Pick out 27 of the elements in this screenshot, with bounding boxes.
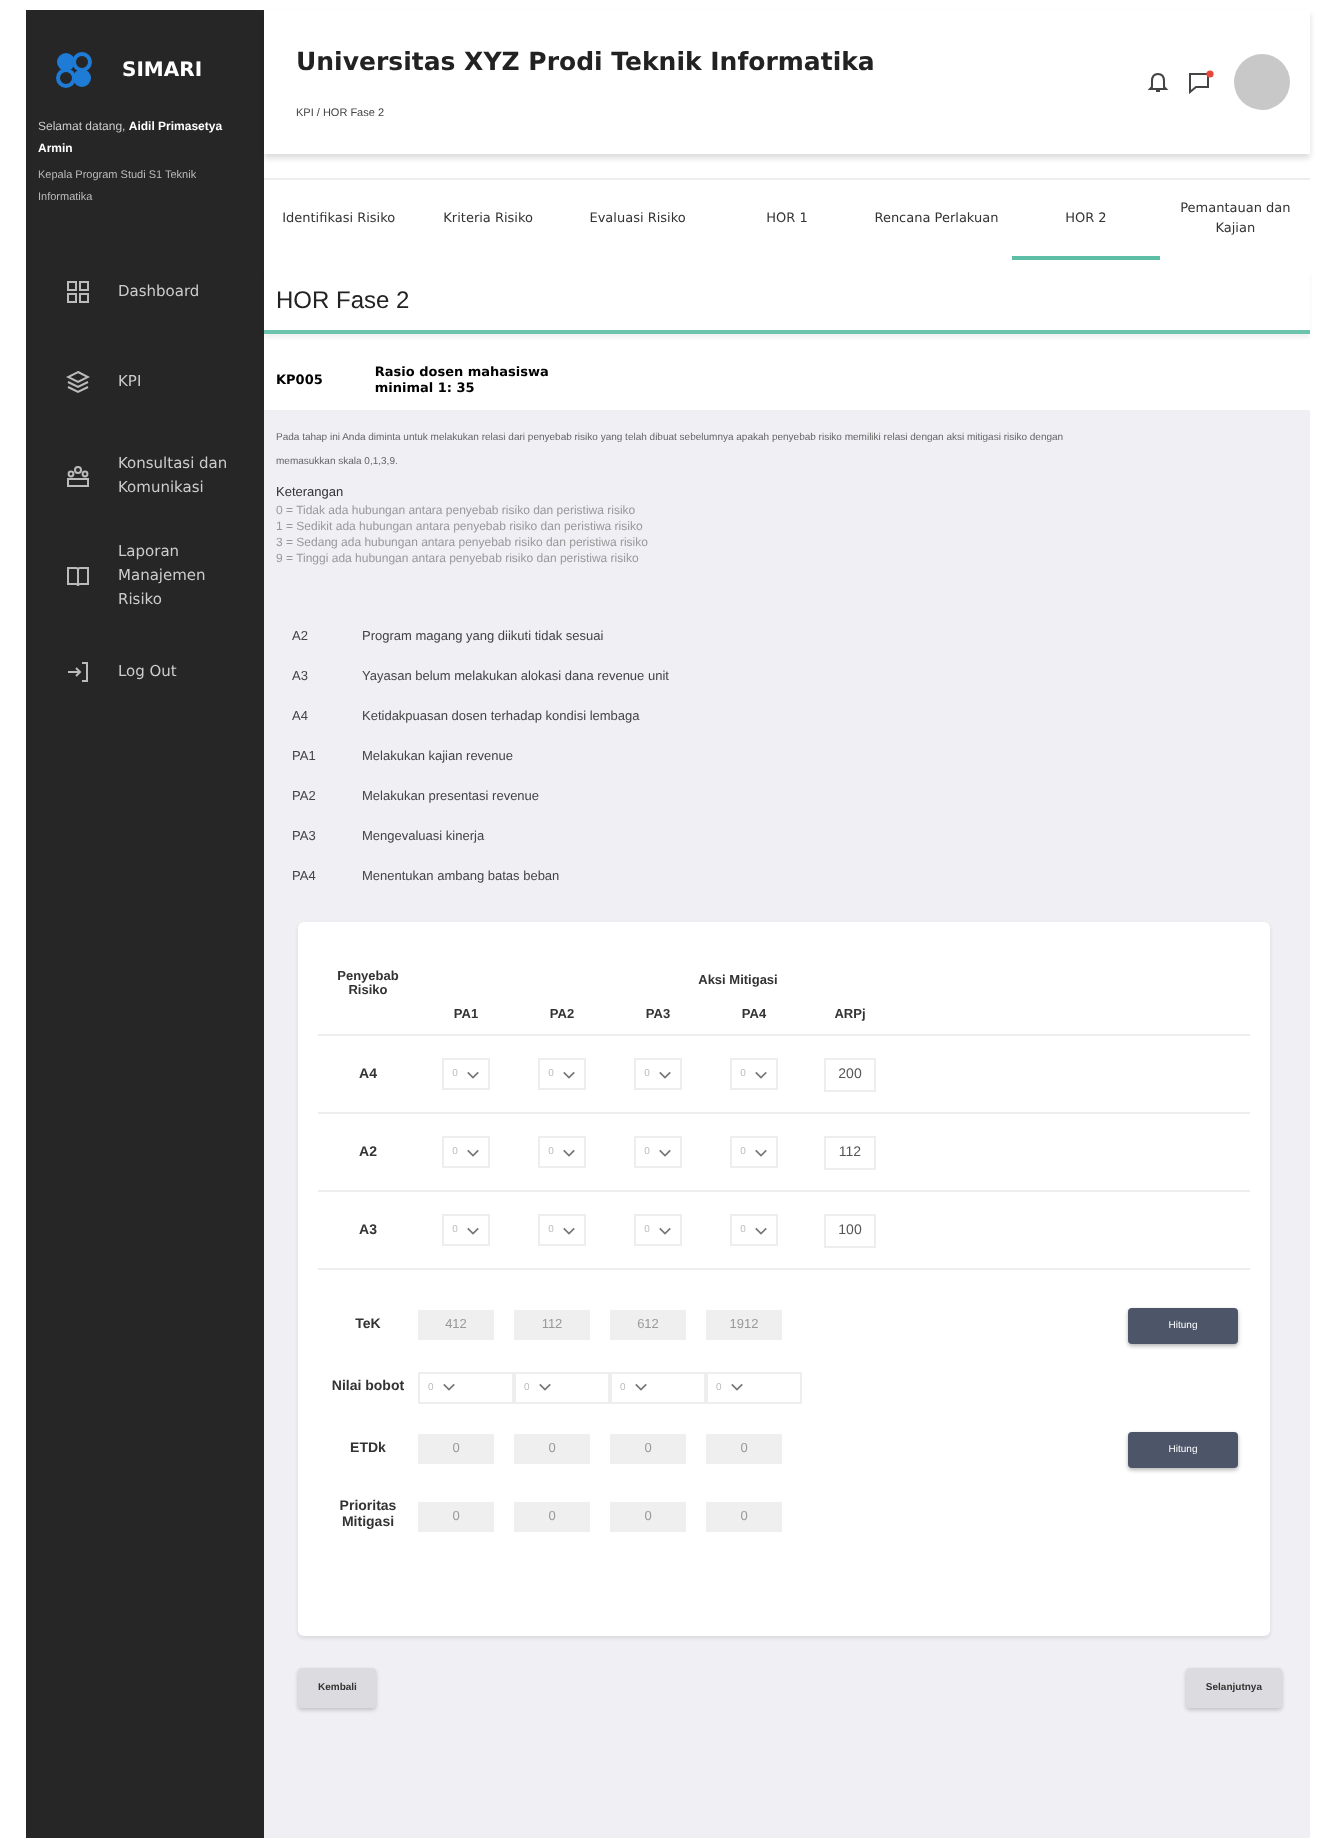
page-title: HOR Fase 2: [276, 286, 412, 314]
chevron-icon: [561, 1225, 576, 1235]
layers-icon: [66, 369, 90, 393]
chevron-icon: [729, 1382, 744, 1392]
logout-icon: [66, 659, 90, 683]
chevron-icon: [561, 1069, 576, 1079]
dashboard-icon: [66, 279, 90, 303]
chevron-icon: [633, 1382, 648, 1392]
chevron-icon: [753, 1225, 768, 1235]
message-icon[interactable]: [1188, 70, 1216, 94]
chevron-icon: [561, 1147, 576, 1157]
chevron-icon: [537, 1382, 552, 1392]
chevron-icon: [441, 1382, 456, 1392]
chevron-icon: [465, 1069, 480, 1079]
chevron-icon: [657, 1069, 672, 1079]
chevron-icon: [657, 1147, 672, 1157]
chevron-icon: [657, 1225, 672, 1235]
chevron-icon: [753, 1069, 768, 1079]
brand-name: SIMARI: [122, 59, 203, 81]
app-title: Universitas XYZ Prodi Teknik Informatika: [296, 45, 875, 75]
people-icon: [66, 464, 90, 488]
book-icon: [66, 564, 90, 588]
chevron-icon: [465, 1147, 480, 1157]
chevron-icon: [465, 1225, 480, 1235]
logo-icon: [54, 50, 94, 90]
chevron-icon: [753, 1147, 768, 1157]
bell-icon[interactable]: [1146, 70, 1170, 94]
